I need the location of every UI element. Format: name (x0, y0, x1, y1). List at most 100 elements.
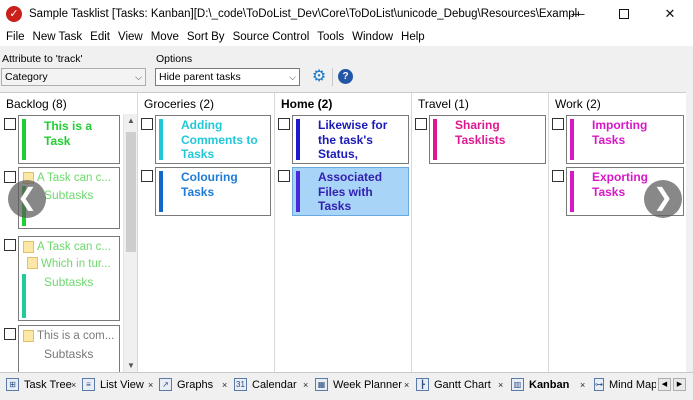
tab-gantt-chart[interactable]: ┣ Gantt Chart (416, 376, 491, 393)
task-checkbox[interactable] (278, 170, 290, 182)
task-checkbox[interactable] (4, 171, 16, 183)
task-checkbox[interactable] (141, 170, 153, 182)
task-card[interactable]: This is a com... Subtasks (18, 325, 120, 373)
subtask-label: Subtasks (44, 275, 94, 289)
task-card[interactable]: This is a Task (18, 115, 120, 164)
close-icon[interactable]: × (498, 380, 503, 390)
folder-icon (27, 257, 38, 269)
task-color-stripe (570, 171, 574, 212)
vertical-scrollbar[interactable]: ▲ ▼ (123, 114, 137, 372)
task-checkbox[interactable] (4, 328, 16, 340)
column-header[interactable]: Backlog (8) (0, 93, 137, 114)
tab-scroll-right-icon[interactable]: ▶ (673, 378, 686, 391)
menu-bar: File New Task Edit View Move Sort By Sou… (0, 27, 693, 46)
next-arrow-icon[interactable]: ❯ (644, 180, 682, 218)
tab-scroll-left-icon[interactable]: ◀ (658, 378, 671, 391)
task-card-selected[interactable]: Associated Files with Tasks (292, 167, 409, 216)
week-planner-icon: ▦ (315, 378, 328, 391)
column-work: Work (2) Importing Tasks Exporting Tasks (549, 93, 686, 373)
task-checkbox[interactable] (278, 118, 290, 130)
task-card[interactable]: Likewise for the task's Status, (292, 115, 409, 164)
scroll-up-icon[interactable]: ▲ (124, 116, 138, 125)
task-checkbox[interactable] (415, 118, 427, 130)
menu-help[interactable]: Help (399, 31, 431, 43)
tab-week-planner[interactable]: ▦ Week Planner (315, 376, 402, 393)
task-title: Colouring Tasks (181, 170, 238, 199)
menu-edit[interactable]: Edit (88, 31, 116, 43)
menu-source-control[interactable]: Source Control (231, 31, 316, 43)
task-card[interactable]: Adding Comments to Tasks (155, 115, 271, 164)
tab-task-tree[interactable]: ⊞ Task Tree (6, 376, 72, 393)
menu-new-task[interactable]: New Task (31, 31, 89, 43)
task-card[interactable]: Importing Tasks (566, 115, 684, 164)
window-title: Sample Tasklist [Tasks: Kanban][D:\_code… (29, 7, 579, 20)
help-icon[interactable]: ? (338, 69, 353, 84)
task-color-stripe (570, 119, 574, 160)
tab-kanban[interactable]: ▥ Kanban (511, 376, 569, 393)
tab-mind-map[interactable]: ⊶ Mind Map (594, 376, 656, 393)
task-title: Associated Files with Tasks (318, 170, 383, 213)
menu-window[interactable]: Window (350, 31, 399, 43)
tab-list-view[interactable]: ≡ List View (82, 376, 144, 393)
column-header[interactable]: Travel (1) (412, 93, 548, 114)
tab-label: Graphs (177, 378, 214, 391)
close-button[interactable]: ✕ (647, 0, 693, 27)
close-icon[interactable]: × (71, 380, 76, 390)
view-tab-bar: ⊞ Task Tree × ≡ List View × ↗ Graphs × 31 Ca… (0, 372, 693, 400)
task-color-stripe (22, 274, 26, 318)
close-icon[interactable]: × (404, 380, 409, 390)
maximize-button[interactable] (601, 0, 647, 27)
mind-map-icon: ⊶ (594, 378, 604, 391)
task-checkbox[interactable] (552, 170, 564, 182)
folder-icon (23, 241, 34, 253)
options-label: Options (156, 53, 193, 65)
column-header[interactable]: Home (2) (275, 93, 411, 114)
title-bar: ✓ Sample Tasklist [Tasks: Kanban][D:\_co… (0, 0, 693, 27)
menu-tools[interactable]: Tools (315, 31, 350, 43)
tab-label: Calendar (252, 378, 297, 391)
column-home: Home (2) Likewise for the task's Status,… (275, 93, 412, 373)
folder-icon (23, 330, 34, 342)
tab-label: Week Planner (333, 378, 402, 391)
column-header[interactable]: Work (2) (549, 93, 686, 114)
menu-sort-by[interactable]: Sort By (185, 31, 231, 43)
column-header[interactable]: Groceries (2) (138, 93, 274, 114)
task-checkbox[interactable] (141, 118, 153, 130)
task-checkbox[interactable] (4, 239, 16, 251)
task-card[interactable]: Colouring Tasks (155, 167, 271, 216)
task-title: This is a Task (44, 119, 93, 148)
gear-icon[interactable]: ⚙ (310, 68, 328, 86)
app-logo-icon: ✓ (6, 5, 22, 22)
close-icon[interactable]: × (580, 380, 585, 390)
close-icon[interactable]: × (148, 380, 153, 390)
task-title: A Task can c... (37, 172, 111, 184)
tab-label: Mind Map (609, 378, 656, 391)
task-checkbox[interactable] (4, 118, 16, 130)
menu-file[interactable]: File (4, 31, 31, 43)
attribute-label: Attribute to 'track' (2, 53, 83, 65)
task-title: A Task can c... (37, 241, 111, 253)
attribute-combo[interactable]: Category ⌵ (1, 68, 146, 86)
menu-move[interactable]: Move (149, 31, 185, 43)
gantt-icon: ┣ (416, 378, 429, 391)
menu-view[interactable]: View (116, 31, 149, 43)
close-icon[interactable]: × (303, 380, 308, 390)
tab-calendar[interactable]: 31 Calendar (234, 376, 297, 393)
tab-graphs[interactable]: ↗ Graphs (159, 376, 213, 393)
task-title: Importing Tasks (592, 118, 648, 147)
task-card[interactable]: Sharing Tasklists (429, 115, 546, 164)
scroll-thumb[interactable] (126, 132, 136, 252)
scroll-down-icon[interactable]: ▼ (124, 361, 138, 370)
close-icon[interactable]: × (222, 380, 227, 390)
task-card[interactable]: A Task can c... Which in tur... Subtasks (18, 236, 120, 321)
task-checkbox[interactable] (552, 118, 564, 130)
attribute-combo-value: Category (5, 71, 48, 83)
task-title: This is a com... (37, 330, 115, 342)
task-color-stripe (159, 171, 163, 212)
task-color-stripe (433, 119, 437, 160)
previous-arrow-icon[interactable]: ❮ (8, 180, 46, 218)
kanban-board: Backlog (8) This is a Task A Task can c.… (0, 92, 686, 373)
options-combo[interactable]: Hide parent tasks ⌵ (155, 68, 300, 86)
minimize-button[interactable]: — (555, 0, 601, 27)
task-title: Exporting Tasks (592, 170, 648, 199)
